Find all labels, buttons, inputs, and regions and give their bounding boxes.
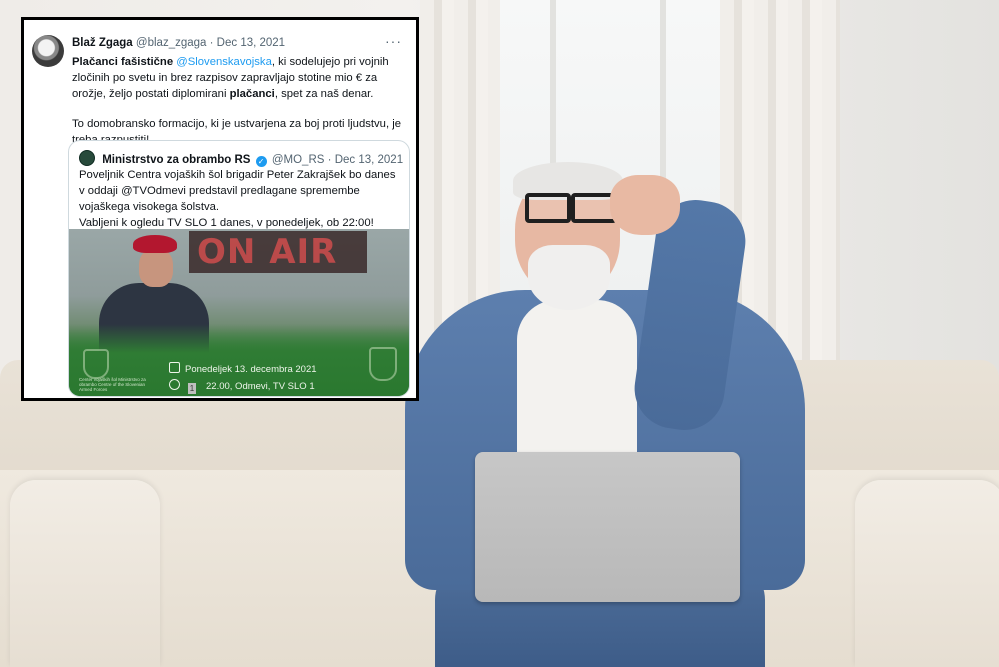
author-handle[interactable]: @blaz_zgaga [136, 37, 207, 49]
laptop [475, 452, 740, 602]
surprised-man [395, 160, 815, 667]
separator-dot: · [209, 37, 214, 49]
white-beard [528, 245, 610, 310]
quoted-tweet[interactable]: Ministrstvo za obrambo RS ✓ @MO_RS · Dec… [68, 140, 410, 397]
event-time-row: 1 22.00, Odmevi, TV SLO 1 [169, 379, 315, 394]
quoted-tweet-image[interactable]: ON AIR Center vojaških šol Ministrstvo z… [69, 229, 409, 396]
quoted-tweet-date: Dec 13, 2021 [334, 154, 404, 166]
tweet-text-bold: plačanci [229, 88, 275, 100]
crest-caption: Center vojaških šol Ministrstvo za obram… [79, 377, 146, 392]
quoted-author-handle: @MO_RS [271, 154, 325, 166]
military-school-crest-icon [83, 349, 109, 379]
quoted-author-avatar [79, 150, 95, 166]
mention-link[interactable]: @Slovenskavojska [176, 56, 272, 68]
calendar-icon [169, 362, 180, 373]
quoted-text-1: Poveljnik Centra vojaških šol brigadir P… [79, 169, 396, 213]
clock-icon [169, 379, 180, 390]
separator-dot: · [327, 154, 332, 166]
event-date: Ponedeljek 13. decembra 2021 [185, 364, 317, 375]
verified-badge-icon: ✓ [255, 156, 267, 167]
sofa-arm-right [855, 480, 999, 667]
quoted-author-name: Ministrstvo za obrambo RS [102, 154, 251, 166]
face [139, 249, 173, 287]
author-name[interactable]: Blaž Zgaga [72, 37, 133, 49]
more-options-icon[interactable]: ··· [385, 33, 402, 49]
on-air-sign: ON AIR [189, 231, 367, 273]
tweet-text-bold-lead: Plačanci fašistične [72, 56, 177, 68]
quoted-tweet-header: Ministrstvo za obrambo RS ✓ @MO_RS · Dec… [79, 150, 403, 167]
author-avatar[interactable] [32, 35, 64, 67]
sofa-arm-left [10, 480, 160, 667]
tweet-paragraph-1: Plačanci fašistične @Slovenskavojska, ki… [72, 54, 406, 102]
event-date-row: Ponedeljek 13. decembra 2021 [169, 362, 317, 375]
event-time: 22.00, Odmevi, TV SLO 1 [206, 381, 315, 392]
tweet-header: Blaž Zgaga @blaz_zgaga · Dec 13, 2021 [72, 37, 406, 49]
tv-channel-badge: 1 [188, 383, 196, 394]
army-crest-icon [369, 347, 397, 381]
red-beret [133, 235, 177, 253]
hand [610, 175, 680, 235]
tweet-date[interactable]: Dec 13, 2021 [217, 37, 285, 49]
glasses [525, 193, 617, 223]
quoted-tweet-text: Poveljnik Centra vojaških šol brigadir P… [79, 167, 401, 231]
tweet-screenshot-frame: Blaž Zgaga @blaz_zgaga · Dec 13, 2021 ··… [21, 17, 419, 401]
tweet-text-segment: , spet za naš denar. [274, 88, 374, 100]
tweet-card: Blaž Zgaga @blaz_zgaga · Dec 13, 2021 ··… [24, 20, 416, 398]
